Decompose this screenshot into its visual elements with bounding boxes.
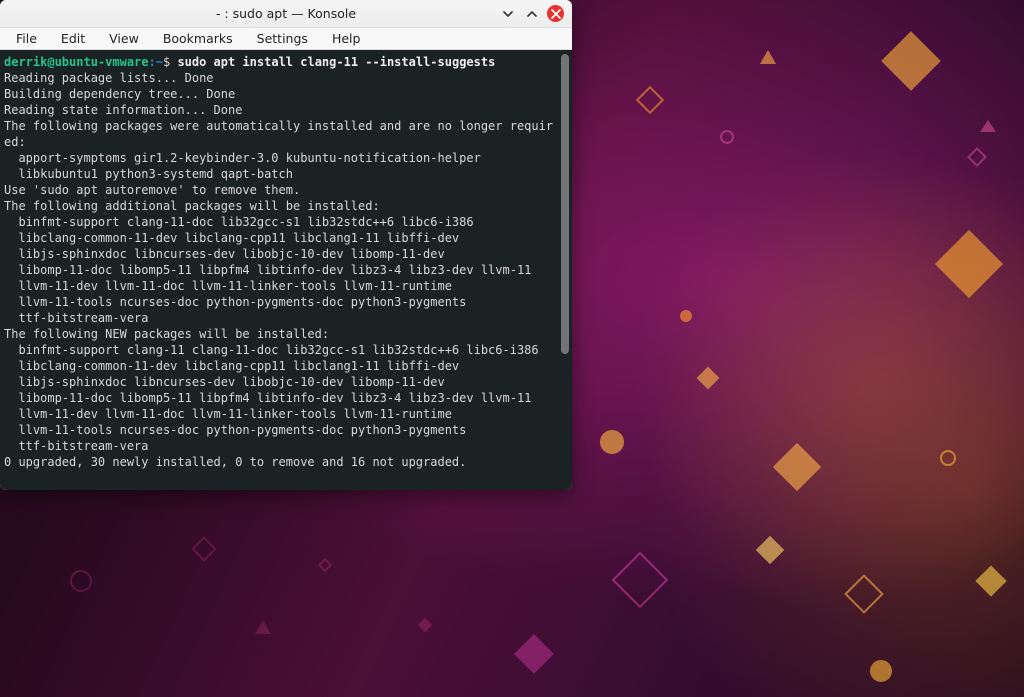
desktop-wallpaper: - : sudo apt — Konsole File Edit View Bo… — [0, 0, 1024, 697]
prompt-command: sudo apt install clang-11 --install-sugg… — [177, 55, 495, 69]
chevron-down-icon — [501, 7, 515, 21]
minimize-button[interactable] — [499, 5, 517, 23]
terminal-line: Reading package lists... Done — [4, 71, 214, 85]
terminal-line: llvm-11-tools ncurses-doc python-pygment… — [4, 423, 466, 437]
terminal-line: libclang-common-11-dev libclang-cpp11 li… — [4, 359, 459, 373]
terminal-line: ed: — [4, 135, 26, 149]
terminal-line: Building dependency tree... Done — [4, 87, 235, 101]
terminal-line: llvm-11-tools ncurses-doc python-pygment… — [4, 295, 466, 309]
konsole-window: - : sudo apt — Konsole File Edit View Bo… — [0, 0, 572, 490]
menu-edit[interactable]: Edit — [49, 29, 97, 48]
terminal-line: libclang-common-11-dev libclang-cpp11 li… — [4, 231, 459, 245]
terminal-line: libomp-11-doc libomp5-11 libpfm4 libtinf… — [4, 391, 531, 405]
close-icon — [551, 9, 561, 19]
terminal-line: 0 upgraded, 30 newly installed, 0 to rem… — [4, 455, 466, 469]
window-title: - : sudo apt — Konsole — [0, 6, 572, 21]
terminal-line: llvm-11-dev llvm-11-doc llvm-11-linker-t… — [4, 407, 452, 421]
menu-help[interactable]: Help — [320, 29, 373, 48]
menu-file[interactable]: File — [4, 29, 49, 48]
terminal-output[interactable]: derrik@ubuntu-vmware:~$ sudo apt install… — [0, 50, 572, 490]
menubar: File Edit View Bookmarks Settings Help — [0, 28, 572, 50]
terminal-line: apport-symptoms gir1.2-keybinder-3.0 kub… — [4, 151, 481, 165]
menu-bookmarks[interactable]: Bookmarks — [151, 29, 245, 48]
prompt-path: ~ — [156, 55, 163, 69]
terminal-line: ttf-bitstream-vera — [4, 439, 149, 453]
terminal-viewport[interactable]: derrik@ubuntu-vmware:~$ sudo apt install… — [0, 50, 572, 490]
terminal-line: libjs-sphinxdoc libncurses-dev libobjc-1… — [4, 375, 445, 389]
terminal-line: ttf-bitstream-vera — [4, 311, 149, 325]
terminal-scrollbar[interactable] — [561, 54, 569, 354]
chevron-up-icon — [525, 7, 539, 21]
close-button[interactable] — [547, 5, 564, 22]
titlebar[interactable]: - : sudo apt — Konsole — [0, 0, 572, 28]
terminal-line: binfmt-support clang-11-doc lib32gcc-s1 … — [4, 215, 474, 229]
prompt-suffix: $ — [163, 55, 170, 69]
terminal-line: The following NEW packages will be insta… — [4, 327, 329, 341]
terminal-line: Reading state information... Done — [4, 103, 242, 117]
menu-settings[interactable]: Settings — [245, 29, 320, 48]
terminal-line: The following packages were automaticall… — [4, 119, 553, 133]
menu-view[interactable]: View — [97, 29, 151, 48]
terminal-line: Use 'sudo apt autoremove' to remove them… — [4, 183, 300, 197]
terminal-line: The following additional packages will b… — [4, 199, 380, 213]
terminal-line: llvm-11-dev llvm-11-doc llvm-11-linker-t… — [4, 279, 452, 293]
terminal-line: libomp-11-doc libomp5-11 libpfm4 libtinf… — [4, 263, 531, 277]
maximize-button[interactable] — [523, 5, 541, 23]
terminal-line: libkubuntu1 python3-systemd qapt-batch — [4, 167, 293, 181]
terminal-line: libjs-sphinxdoc libncurses-dev libobjc-1… — [4, 247, 445, 261]
terminal-line: binfmt-support clang-11 clang-11-doc lib… — [4, 343, 539, 357]
prompt-user: derrik@ubuntu-vmware — [4, 55, 149, 69]
